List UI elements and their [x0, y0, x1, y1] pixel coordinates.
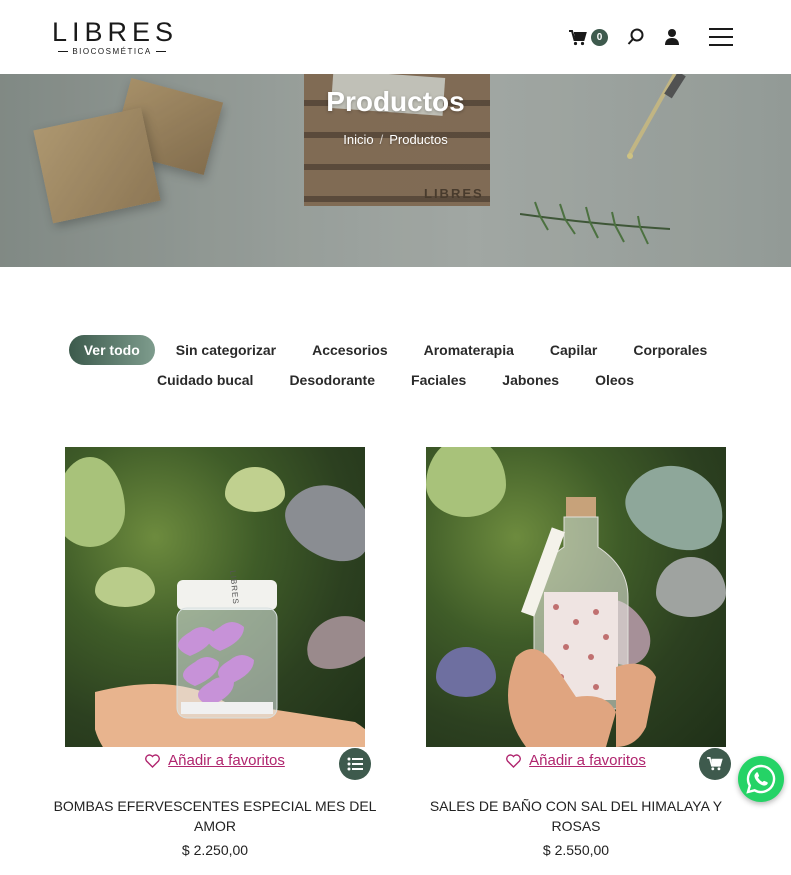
product-card: Añadir a favoritos SALES DE BAÑO CON SAL…	[426, 447, 731, 858]
logo[interactable]: LIBRES BIOCOSMÉTICA	[52, 17, 179, 56]
cart-icon	[707, 757, 723, 771]
page-title: Productos	[326, 86, 465, 117]
logo-text: LIBRES	[52, 17, 179, 47]
filter-faciales[interactable]: Faciales	[396, 365, 481, 395]
product-name[interactable]: SALES DE BAÑO CON SAL DEL HIMALAYA Y ROS…	[411, 796, 741, 836]
add-to-favorites[interactable]: Añadir a favoritos	[426, 752, 726, 769]
filter-ver-todo[interactable]: Ver todo	[68, 335, 155, 365]
filter-cuidado-bucal[interactable]: Cuidado bucal	[142, 365, 268, 395]
search-icon[interactable]	[627, 28, 645, 46]
filter-aromaterapia[interactable]: Aromaterapia	[409, 335, 529, 365]
logo-tagline: BIOCOSMÉTICA	[72, 47, 152, 56]
filter-desodorante[interactable]: Desodorante	[274, 365, 390, 395]
heart-icon	[506, 753, 522, 768]
product-image[interactable]: LIBRES	[65, 447, 365, 747]
add-to-cart-button[interactable]	[699, 748, 731, 780]
whatsapp-icon	[746, 764, 776, 794]
product-image[interactable]	[426, 447, 726, 747]
category-filters: Ver todo Sin categorizar Accesorios Arom…	[60, 335, 731, 395]
add-to-favorites[interactable]: Añadir a favoritos	[65, 752, 365, 769]
product-card: LIBRES Añadir a favoritos BOMBAS EFERVES…	[54, 447, 376, 858]
page-hero: LIBRES Productos Inicio / Productos	[0, 74, 791, 267]
filter-oleos[interactable]: Oleos	[580, 365, 649, 395]
view-options-button[interactable]	[339, 748, 371, 780]
breadcrumb-separator: /	[379, 132, 384, 147]
breadcrumb-home-link[interactable]: Inicio	[343, 132, 373, 147]
menu-icon[interactable]	[709, 28, 733, 46]
cart-button[interactable]: 0	[569, 28, 609, 48]
filter-corporales[interactable]: Corporales	[618, 335, 722, 365]
filter-capilar[interactable]: Capilar	[535, 335, 612, 365]
filter-jabones[interactable]: Jabones	[487, 365, 574, 395]
breadcrumb: Inicio / Productos	[0, 132, 791, 147]
product-price: $ 2.550,00	[542, 842, 610, 858]
cart-icon	[569, 30, 587, 46]
cart-count-badge: 0	[591, 29, 608, 46]
add-to-favorites-link[interactable]: Añadir a favoritos	[168, 752, 285, 769]
breadcrumb-current: Productos	[389, 132, 448, 147]
filter-accesorios[interactable]: Accesorios	[297, 335, 402, 365]
filter-sin-categorizar[interactable]: Sin categorizar	[161, 335, 291, 365]
heart-icon	[145, 753, 161, 768]
product-name[interactable]: BOMBAS EFERVESCENTES ESPECIAL MES DEL AM…	[50, 796, 380, 836]
site-header: LIBRES BIOCOSMÉTICA 0	[0, 0, 791, 74]
add-to-favorites-link[interactable]: Añadir a favoritos	[529, 752, 646, 769]
whatsapp-chat-button[interactable]	[738, 756, 784, 802]
user-icon[interactable]	[663, 28, 681, 46]
list-icon	[347, 757, 363, 771]
product-price: $ 2.250,00	[181, 842, 249, 858]
